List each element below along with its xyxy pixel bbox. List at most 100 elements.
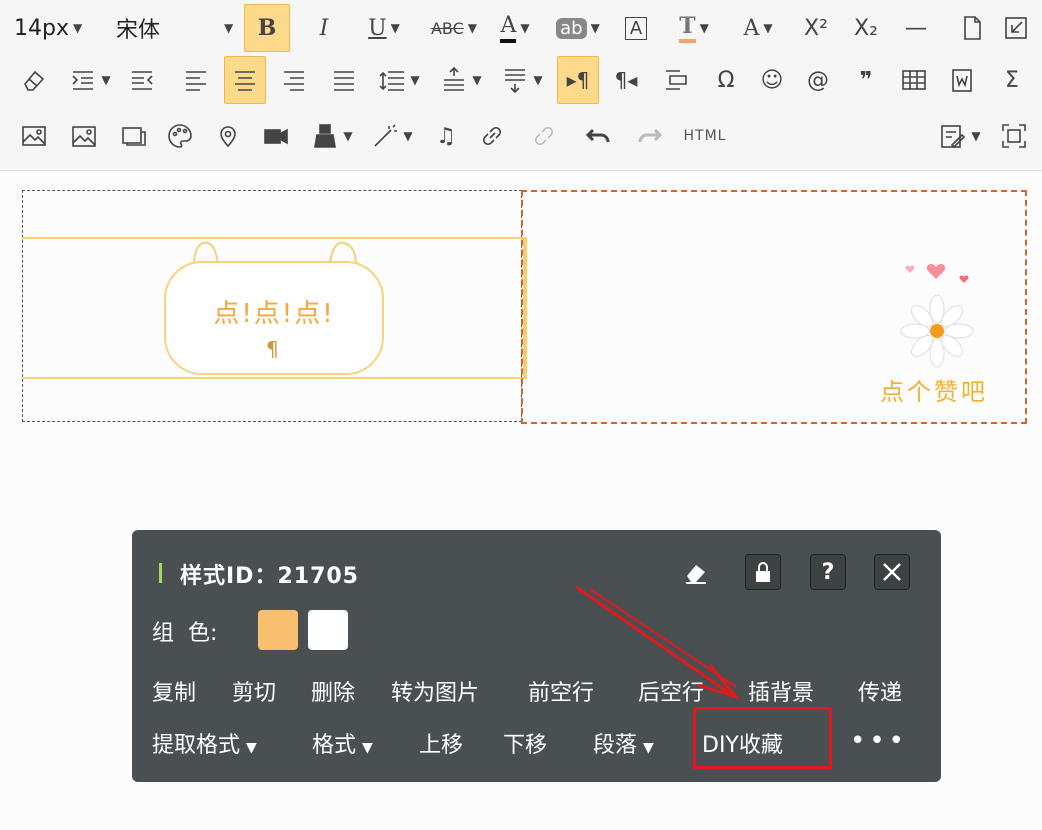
video-button[interactable] <box>256 112 296 160</box>
outdent-icon <box>132 71 153 90</box>
color-swatch-orange[interactable] <box>258 610 298 650</box>
popup-title: 样式ID：21705 <box>180 564 359 589</box>
chevron-down-icon: ▼ <box>472 73 482 87</box>
underline-button[interactable]: U ▼ <box>356 4 412 52</box>
spacing-bottom-icon <box>505 69 526 94</box>
strikethrough-button[interactable]: ABC ▼ <box>424 4 484 52</box>
move-up-button[interactable]: 上移 <box>419 727 463 759</box>
mention-button[interactable]: @ <box>798 56 838 104</box>
align-right-button[interactable] <box>274 56 314 104</box>
horizontal-rule-button[interactable]: — <box>896 4 936 52</box>
help-button[interactable]: ? <box>810 554 846 590</box>
indent-icon <box>72 71 94 90</box>
subscript-button[interactable]: X₂ <box>846 4 886 52</box>
format-brush-button[interactable]: ▼ <box>304 112 360 160</box>
toolbar-row-2: ▼ ▼ ▼ ▼ ▸¶ ¶◂ Ω ☺ @ ❞ Σ <box>0 56 1042 104</box>
word-doc-icon <box>952 69 972 92</box>
text-shadow-button[interactable]: T ▼ <box>664 4 724 52</box>
block-icon <box>666 70 687 90</box>
italic-button[interactable]: I <box>304 4 344 52</box>
chevron-down-icon: ▼ <box>343 129 353 143</box>
map-button[interactable] <box>208 112 248 160</box>
html-source-button[interactable]: HTML <box>680 112 730 160</box>
background-color-button[interactable]: ab ▼ <box>546 4 610 52</box>
superscript-button[interactable]: X² <box>796 4 836 52</box>
red-arrow-icon <box>575 585 741 700</box>
quote-button[interactable]: ❞ <box>846 56 886 104</box>
color-swatch-white[interactable] <box>308 610 348 650</box>
horizontal-rule-icon: — <box>905 15 927 41</box>
table-button[interactable] <box>894 56 934 104</box>
close-button[interactable] <box>874 554 910 590</box>
formula-button[interactable]: Σ <box>992 56 1032 104</box>
delete-button[interactable]: 删除 <box>311 675 355 707</box>
bold-button[interactable]: B <box>244 4 290 52</box>
more-button[interactable]: ••• <box>850 726 908 756</box>
brush-icon <box>314 124 337 148</box>
justify-icon <box>334 71 354 91</box>
outdent-button[interactable] <box>122 56 162 104</box>
highlight-icon: ab <box>556 17 587 39</box>
emoji-button[interactable]: ☺ <box>752 56 792 104</box>
convert-to-image-button[interactable]: 转为图片 <box>391 675 479 707</box>
line-height-button[interactable]: ▼ <box>372 56 426 104</box>
unlink-button[interactable] <box>524 112 564 160</box>
at-icon: @ <box>807 67 829 93</box>
paragraph-spacing-top-button[interactable]: ▼ <box>434 56 488 104</box>
rtl-button[interactable]: ¶◂ <box>606 56 646 104</box>
undo-button[interactable] <box>578 112 618 160</box>
chevron-down-icon: ▼ <box>410 73 420 87</box>
align-center-button[interactable] <box>224 56 266 104</box>
cut-button[interactable]: 剪切 <box>232 675 276 707</box>
gallery-icon <box>72 126 96 147</box>
magic-wand-button[interactable]: ▼ <box>364 112 420 160</box>
multi-image-button[interactable] <box>64 112 104 160</box>
redo-button[interactable] <box>630 112 670 160</box>
fullscreen-icon <box>1002 124 1026 148</box>
page-break-button[interactable] <box>952 4 992 52</box>
chevron-down-icon: ▼ <box>246 740 257 756</box>
align-right-icon <box>284 71 304 91</box>
eraser-button[interactable] <box>14 56 54 104</box>
music-button[interactable]: ♫ <box>426 112 466 160</box>
color-group-label: 组 色: <box>152 621 218 646</box>
location-pin-icon <box>220 126 236 148</box>
chevron-down-icon: ▼ <box>72 21 83 35</box>
special-char-button[interactable]: Ω <box>706 56 746 104</box>
indent-button[interactable]: ▼ <box>62 56 118 104</box>
table-icon <box>902 70 926 90</box>
video-camera-icon <box>264 128 288 145</box>
align-left-button[interactable] <box>176 56 216 104</box>
fullscreen-button[interactable] <box>994 112 1034 160</box>
chevron-down-icon: ▼ <box>467 21 478 35</box>
pass-on-button[interactable]: 传递 <box>858 675 902 707</box>
preview-button[interactable] <box>996 4 1036 52</box>
word-import-button[interactable] <box>942 56 982 104</box>
paragraph-spacing-bottom-button[interactable]: ▼ <box>494 56 550 104</box>
font-color-button[interactable]: A ▼ <box>488 4 542 52</box>
font-size-select[interactable]: 14px ▼ <box>14 4 82 52</box>
cat-bubble[interactable]: 点!点!点! ¶ <box>164 261 384 375</box>
block-button[interactable] <box>656 56 696 104</box>
ltr-button[interactable]: ▸¶ <box>557 56 599 104</box>
frame-icon <box>122 127 146 146</box>
color-palette-button[interactable] <box>160 112 200 160</box>
subscript-icon: X₂ <box>854 15 878 41</box>
rtl-paragraph-icon: ¶◂ <box>614 68 638 92</box>
background-button[interactable] <box>114 112 154 160</box>
copy-button[interactable]: 复制 <box>152 675 196 707</box>
paragraph-button[interactable]: 段落 ▼ <box>593 727 654 759</box>
paragraph-mark: ¶ <box>266 337 279 361</box>
text-border-button[interactable]: A <box>618 4 654 52</box>
insert-image-button[interactable] <box>14 112 54 160</box>
font-family-select[interactable]: 宋体 ▼ <box>116 4 236 52</box>
format-button[interactable]: 格式 ▼ <box>312 727 373 759</box>
move-down-button[interactable]: 下移 <box>503 727 547 759</box>
toolbar-row-1: 14px ▼ 宋体 ▼ B I U ▼ ABC ▼ A ▼ ab ▼ A T ▼… <box>0 4 1042 52</box>
letter-spacing-button[interactable]: A ▼ <box>730 4 786 52</box>
justify-button[interactable] <box>324 56 364 104</box>
undo-icon <box>585 128 610 143</box>
edit-menu-button[interactable]: ▼ <box>932 112 988 160</box>
extract-format-button[interactable]: 提取格式 ▼ <box>152 727 257 759</box>
link-button[interactable] <box>472 112 512 160</box>
